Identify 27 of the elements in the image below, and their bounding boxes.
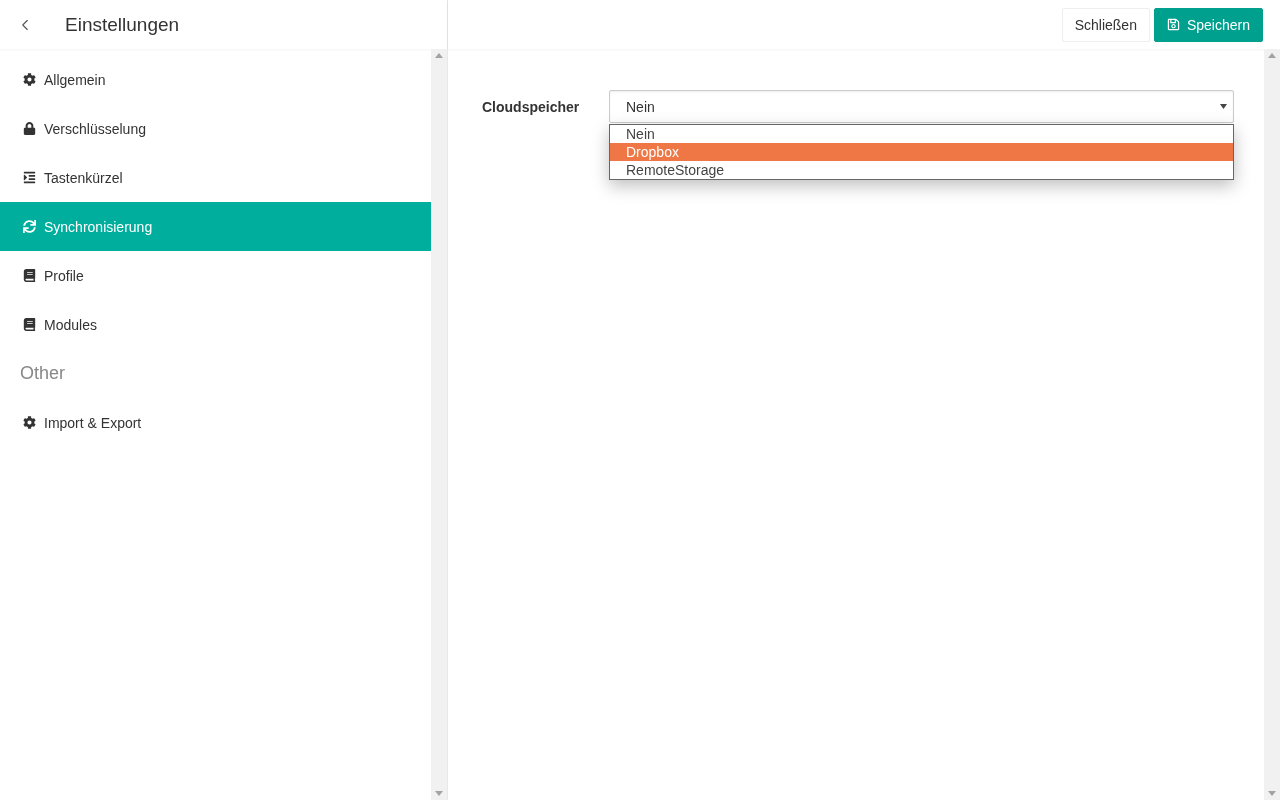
page-title: Einstellungen	[65, 13, 180, 36]
sync-icon	[23, 220, 36, 233]
close-button[interactable]: Schließen	[1061, 7, 1150, 42]
indent-list-icon	[23, 171, 36, 184]
scrollbar[interactable]	[431, 49, 447, 800]
scroll-up-icon[interactable]	[435, 53, 443, 58]
gear-icon	[23, 416, 36, 429]
sidebar-item[interactable]: Modules	[0, 300, 431, 349]
field-label: Cloudspeicher	[482, 98, 581, 115]
cloud-storage-select[interactable]: Nein	[609, 90, 1234, 123]
sidebar-item[interactable]: Tastenkürzel	[0, 153, 431, 202]
sidebar-item[interactable]: Import & Export	[0, 398, 431, 447]
caret-icon	[1220, 104, 1227, 109]
scrollbar[interactable]	[1264, 49, 1280, 800]
dropdown-option[interactable]: RemoteStorage	[610, 161, 1233, 179]
lock-icon	[23, 122, 36, 135]
scroll-down-icon[interactable]	[1268, 791, 1276, 796]
sidebar-item[interactable]: Verschlüsselung	[0, 104, 431, 153]
sidebar-item[interactable]: Allgemein	[0, 55, 431, 104]
section-heading: Other	[19, 362, 67, 385]
scroll-up-icon[interactable]	[1268, 53, 1276, 58]
gear-icon	[23, 73, 36, 86]
scroll-down-icon[interactable]	[435, 791, 443, 796]
dropdown-option[interactable]: Nein	[610, 125, 1233, 143]
book-icon	[23, 318, 36, 331]
book-icon	[23, 269, 36, 282]
sidebar-item[interactable]: Profile	[0, 251, 431, 300]
